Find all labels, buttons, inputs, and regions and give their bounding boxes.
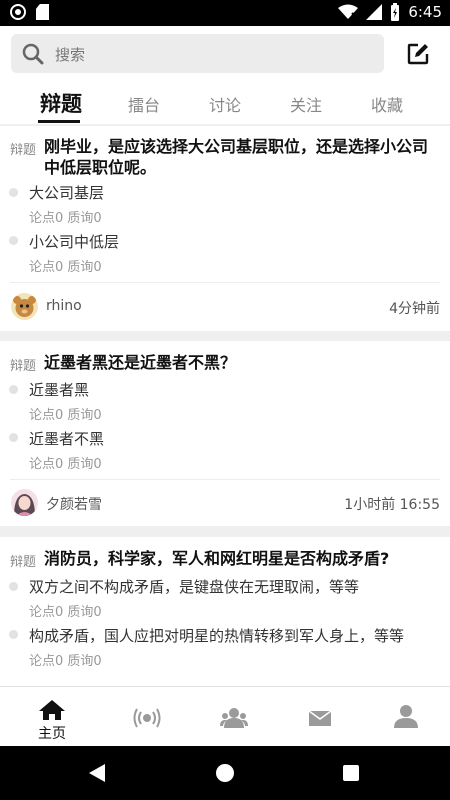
avatar[interactable] [11,489,38,516]
status-time: 6:45 [408,3,442,21]
option-stats: 论点0 质询0 [29,260,102,275]
status-bar: 6:45 [0,0,450,26]
option-stats: 论点0 质询0 [29,654,102,669]
debate-option[interactable]: 大公司基层 [29,182,104,203]
compose-icon[interactable] [406,42,430,66]
nav-live[interactable] [102,687,192,747]
tab-following[interactable]: 关注 [290,92,322,116]
search-icon [22,43,44,69]
search-placeholder: 搜索 [55,46,86,64]
debate-option[interactable]: 构成矛盾，国人应把对明星的热情转移到军人身上，等等 [29,625,404,646]
signal-icon [366,4,383,20]
bottom-nav: 主页 [0,686,450,746]
home-button-icon[interactable] [216,764,234,782]
tab-debate-topics[interactable]: 辩题 [40,88,82,118]
tab-discussion[interactable]: 讨论 [209,92,241,116]
author-name[interactable]: 夕颜若雪 [46,494,102,514]
option-stats: 论点0 质询0 [29,457,102,472]
debate-title[interactable]: 近墨者黑还是近墨者不黑？ [44,352,432,373]
option-dot [9,433,18,442]
broadcast-icon [133,708,161,728]
divider [10,479,440,480]
topic-badge: 辩题 [10,555,37,570]
wifi-icon [338,4,359,20]
record-icon [10,4,26,20]
recent-apps-icon[interactable] [343,765,359,781]
mail-icon [308,710,332,726]
debate-option[interactable]: 近墨者黑 [29,379,89,400]
debate-title[interactable]: 消防员，科学家，军人和网红明星是否构成矛盾? [44,548,432,569]
active-tab-indicator [38,120,80,123]
nav-home[interactable]: 主页 [7,687,97,747]
tab-arena[interactable]: 擂台 [128,92,160,116]
back-icon[interactable] [89,764,105,782]
debate-option[interactable]: 小公司中低层 [29,231,119,252]
avatar[interactable] [11,293,38,320]
option-stats: 论点0 质询0 [29,408,102,423]
debate-card[interactable]: 辩题 刚毕业，是应该选择大公司基层职位，还是选择小公司中低层职位呢。 大公司基层… [0,126,450,331]
topic-badge: 辩题 [10,359,37,374]
home-icon [39,700,65,720]
group-icon [220,708,248,728]
option-stats: 论点0 质询0 [29,605,102,620]
nav-home-label: 主页 [38,726,66,742]
tab-favorites[interactable]: 收藏 [371,92,403,116]
tab-bar: 辩题 擂台 讨论 关注 收藏 [0,84,450,124]
app-header: 搜索 辩题 擂台 讨论 关注 收藏 [0,26,450,124]
battery-icon [390,3,400,21]
debate-card[interactable]: 辩题 近墨者黑还是近墨者不黑？ 近墨者黑 论点0 质询0 近墨者不黑 论点0 质… [0,341,450,526]
option-dot [9,188,18,197]
option-dot [9,385,18,394]
debate-option[interactable]: 双方之间不构成矛盾，是键盘侠在无理取闹，等等 [29,576,359,597]
system-nav-bar [0,746,450,800]
post-time: 4分钟前 [389,301,440,317]
profile-icon [394,705,418,728]
option-dot [9,582,18,591]
divider [10,282,440,283]
topic-badge: 辩题 [10,143,37,158]
search-input[interactable]: 搜索 [11,34,384,73]
debate-option[interactable]: 近墨者不黑 [29,428,104,449]
option-stats: 论点0 质询0 [29,211,102,226]
nav-groups[interactable] [189,687,279,747]
sd-card-icon [36,4,49,20]
nav-messages[interactable] [275,687,365,747]
debate-card[interactable]: 辩题 消防员，科学家，军人和网红明星是否构成矛盾? 双方之间不构成矛盾，是键盘侠… [0,537,450,686]
nav-profile[interactable] [361,687,450,747]
option-dot [9,630,18,639]
debate-title[interactable]: 刚毕业，是应该选择大公司基层职位，还是选择小公司中低层职位呢。 [44,136,432,178]
author-name[interactable]: rhino [46,298,82,314]
option-dot [9,236,18,245]
post-time: 1小时前 16:55 [344,497,440,513]
